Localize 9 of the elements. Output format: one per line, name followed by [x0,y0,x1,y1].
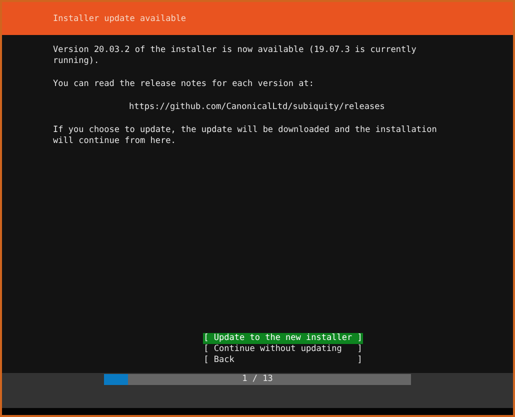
menu-button[interactable]: [ Back ] [202,355,364,366]
release-notes-url: https://github.com/CanonicalLtd/subiquity/releases [128,102,386,113]
message-text: If you choose to update, the update will be downloaded and the installation will continue from here. [53,125,438,147]
message-text: You can read the release notes for each version at: [53,79,315,90]
progress-text: 1 / 13 [241,374,274,385]
menu-button[interactable]: [ Update to the new installer ] [202,333,364,344]
menu-button[interactable]: [ Continue without updating ] [202,344,364,355]
screen-title: Installer update available [53,14,186,24]
message-text: Version 20.03.2 of the installer is now available (19.07.3 is currently running). [53,45,418,67]
